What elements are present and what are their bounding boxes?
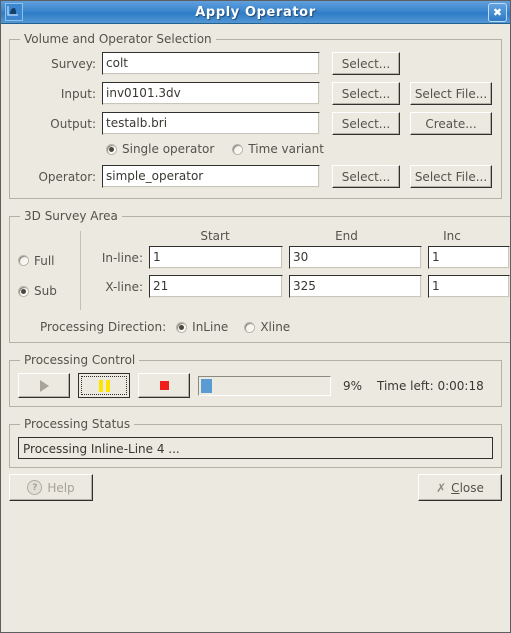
output-row: Output: testalb.bri Select... Create... xyxy=(18,112,493,135)
inline-range-row: In-line: 1 30 1 xyxy=(91,246,510,269)
operator-row: Operator: simple_operator Select... Sele… xyxy=(18,165,493,188)
processing-direction-row: Processing Direction: InLine Xline xyxy=(40,320,510,334)
question-mark-icon: ? xyxy=(27,480,43,495)
header-spacer xyxy=(91,229,149,243)
help-button-label: Help xyxy=(47,480,75,495)
radio-dot-icon xyxy=(18,285,29,297)
radio-dot-icon xyxy=(176,321,188,333)
stop-icon xyxy=(159,381,169,390)
column-header-start: Start xyxy=(200,229,230,243)
play-button[interactable] xyxy=(18,373,70,398)
stop-button[interactable] xyxy=(138,373,190,398)
input-select-file-button[interactable]: Select File... xyxy=(410,82,492,105)
input-select-button[interactable]: Select... xyxy=(332,82,400,105)
inline-inc-input[interactable]: 1 xyxy=(428,246,510,269)
inline-label: In-line: xyxy=(101,250,143,265)
processing-direction-label: Processing Direction: xyxy=(40,320,167,334)
output-input[interactable]: testalb.bri xyxy=(102,112,320,135)
operator-input[interactable]: simple_operator xyxy=(102,165,320,188)
output-create-button[interactable]: Create... xyxy=(410,112,492,135)
inline-start-input[interactable]: 1 xyxy=(149,246,283,269)
survey-range-header: Start End Inc xyxy=(91,229,510,243)
survey-area-body: Full Sub Start End Inc In-line: 1 30 1 X… xyxy=(18,229,510,312)
radio-full[interactable]: Full xyxy=(18,254,55,268)
close-mnemonic: C xyxy=(451,480,460,495)
radio-sub-label: Sub xyxy=(34,284,57,298)
close-button-label: Close xyxy=(451,481,484,495)
survey-range-table: Start End Inc In-line: 1 30 1 X-line: 21… xyxy=(91,229,510,312)
processing-status-message: Processing Inline-Line 4 ... xyxy=(18,437,493,459)
volume-operator-legend: Volume and Operator Selection xyxy=(24,32,212,46)
survey-select-button[interactable]: Select... xyxy=(332,52,400,75)
play-icon xyxy=(39,379,49,392)
survey-area-legend: 3D Survey Area xyxy=(24,209,118,223)
radio-xline-direction-label: Xline xyxy=(260,320,291,334)
survey-input[interactable]: colt xyxy=(102,52,320,75)
survey-row: Survey: colt Select... xyxy=(18,52,493,75)
radio-dot-icon xyxy=(232,143,244,155)
radio-time-variant-label: Time variant xyxy=(248,142,324,156)
time-left-label: Time left: 0:00:18 xyxy=(377,378,484,393)
xline-range-row: X-line: 21 325 1 xyxy=(91,275,510,298)
survey-area-group: 3D Survey Area Full Sub Start End Inc In… xyxy=(9,209,510,343)
radio-dot-icon xyxy=(244,321,256,333)
processing-control-row: 9% Time left: 0:00:18 xyxy=(18,373,493,398)
radio-full-label: Full xyxy=(34,253,55,268)
radio-sub[interactable]: Sub xyxy=(18,284,57,298)
output-label: Output: xyxy=(50,116,96,131)
operator-label: Operator: xyxy=(38,169,96,184)
inline-end-input[interactable]: 30 xyxy=(289,246,422,269)
processing-status-group: Processing Status Processing Inline-Line… xyxy=(9,417,502,468)
operator-select-file-button[interactable]: Select File... xyxy=(410,165,492,188)
operator-mode-row: Single operator Time variant xyxy=(106,142,493,156)
volume-operator-group: Volume and Operator Selection Survey: co… xyxy=(9,32,502,199)
progress-percent-label: 9% xyxy=(343,378,363,393)
radio-dot-icon xyxy=(18,255,29,266)
radio-single-operator[interactable]: Single operator xyxy=(106,142,214,156)
xline-start-input[interactable]: 21 xyxy=(149,275,283,298)
column-header-end: End xyxy=(335,229,358,243)
radio-time-variant[interactable]: Time variant xyxy=(232,142,324,156)
xline-end-input[interactable]: 325 xyxy=(289,275,422,298)
pause-button[interactable] xyxy=(78,373,130,398)
footer-bar: ? Help ✗ Close xyxy=(1,474,510,501)
progress-bar xyxy=(198,375,331,396)
chart-icon xyxy=(5,3,23,21)
close-button[interactable]: ✗ Close xyxy=(418,474,502,501)
input-input[interactable]: inv0101.3dv xyxy=(102,82,320,105)
column-header-inc: Inc xyxy=(443,229,461,243)
pause-icon xyxy=(98,379,110,392)
window-title: Apply Operator xyxy=(195,4,316,20)
survey-extent-radios: Full Sub xyxy=(18,229,80,312)
processing-control-group: Processing Control 9% Time left: 0:00:18 xyxy=(9,353,502,407)
output-select-button[interactable]: Select... xyxy=(332,112,400,135)
radio-inline-direction[interactable]: InLine xyxy=(176,320,228,334)
input-label: Input: xyxy=(60,86,96,101)
apply-operator-window: Apply Operator ✖ Volume and Operator Sel… xyxy=(0,0,511,633)
progress-bar-fill xyxy=(201,378,213,393)
title-bar: Apply Operator ✖ xyxy=(1,1,510,24)
radio-single-operator-label: Single operator xyxy=(122,142,215,156)
close-rest: lose xyxy=(459,480,484,495)
dialog-content: Volume and Operator Selection Survey: co… xyxy=(1,24,510,468)
radio-dot-icon xyxy=(106,143,117,155)
operator-select-button[interactable]: Select... xyxy=(332,165,400,188)
processing-control-legend: Processing Control xyxy=(24,353,136,367)
radio-xline-direction[interactable]: Xline xyxy=(244,320,290,334)
close-icon[interactable]: ✖ xyxy=(488,3,507,22)
survey-label: Survey: xyxy=(51,56,96,71)
radio-inline-direction-label: InLine xyxy=(192,320,229,334)
xline-label: X-line: xyxy=(105,279,143,294)
input-row: Input: inv0101.3dv Select... Select File… xyxy=(18,82,493,105)
help-button[interactable]: ? Help xyxy=(9,474,93,501)
processing-status-legend: Processing Status xyxy=(24,417,131,431)
x-mark-icon: ✗ xyxy=(436,480,447,495)
xline-inc-input[interactable]: 1 xyxy=(428,275,510,298)
vertical-divider xyxy=(80,231,81,310)
